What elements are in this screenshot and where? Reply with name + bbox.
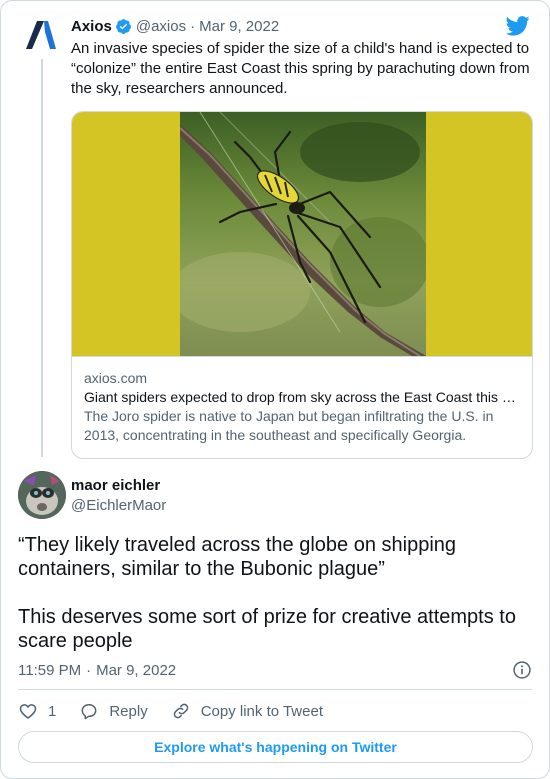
speech-bubble-icon (81, 704, 97, 720)
embedded-tweet-card: Axios @axios · Mar 9, 2022 An invasive s… (0, 0, 550, 779)
divider (18, 689, 532, 690)
like-button[interactable]: 1 (18, 701, 56, 721)
link-icon (173, 703, 188, 719)
meta-separator: · (86, 661, 92, 679)
link-title: Giant spiders expected to drop from sky … (84, 389, 520, 405)
link-domain: axios.com (84, 370, 148, 386)
like-count: 1 (48, 702, 57, 720)
heart-icon (19, 704, 37, 720)
twitter-bird-icon[interactable] (506, 16, 530, 36)
tweet-actions: 1 Reply Copy link to Tweet (18, 699, 346, 723)
tweet-time[interactable]: 11:59 PM (18, 662, 81, 679)
parent-author-handle[interactable]: @axios (136, 18, 186, 35)
reply-label: Reply (109, 702, 148, 720)
spider-photo (72, 112, 532, 356)
author-avatar-image (18, 471, 66, 519)
parent-tweet-date[interactable]: Mar 9, 2022 (199, 18, 279, 35)
parent-author-name[interactable]: Axios (71, 18, 112, 35)
parent-tweet-header: Axios @axios · Mar 9, 2022 (71, 16, 279, 36)
verified-badge-icon (115, 18, 131, 34)
author-name[interactable]: maor eichler (71, 477, 160, 494)
author-handle[interactable]: @EichlerMaor (71, 497, 166, 514)
tweet-meta: 11:59 PM · Mar 9, 2022 (18, 659, 532, 681)
tweet-text: “They likely traveled across the globe o… (18, 533, 538, 653)
info-icon[interactable] (512, 660, 532, 680)
tweet-paragraph: “They likely traveled across the globe o… (18, 534, 457, 580)
spider-on-branch-image (180, 112, 426, 356)
header-separator: · (190, 17, 196, 35)
author-avatar[interactable] (18, 471, 66, 519)
copy-link-button[interactable]: Copy link to Tweet (171, 701, 323, 721)
link-preview-meta: axios.com Giant spiders expected to drop… (72, 356, 532, 458)
axios-avatar[interactable] (21, 15, 61, 55)
axios-logo-icon (21, 15, 61, 55)
thread-line (41, 59, 43, 457)
copy-link-label: Copy link to Tweet (200, 702, 323, 720)
link-description: The Joro spider is native to Japan but b… (84, 408, 494, 443)
link-preview-card[interactable]: axios.com Giant spiders expected to drop… (71, 111, 533, 459)
tweet-paragraph: This deserves some sort of prize for cre… (18, 606, 516, 652)
tweet-date[interactable]: Mar 9, 2022 (96, 662, 176, 679)
parent-tweet-text: An invasive species of spider the size o… (71, 40, 530, 97)
explore-twitter-button[interactable]: Explore what's happening on Twitter (18, 731, 533, 763)
reply-button[interactable]: Reply (79, 701, 148, 721)
